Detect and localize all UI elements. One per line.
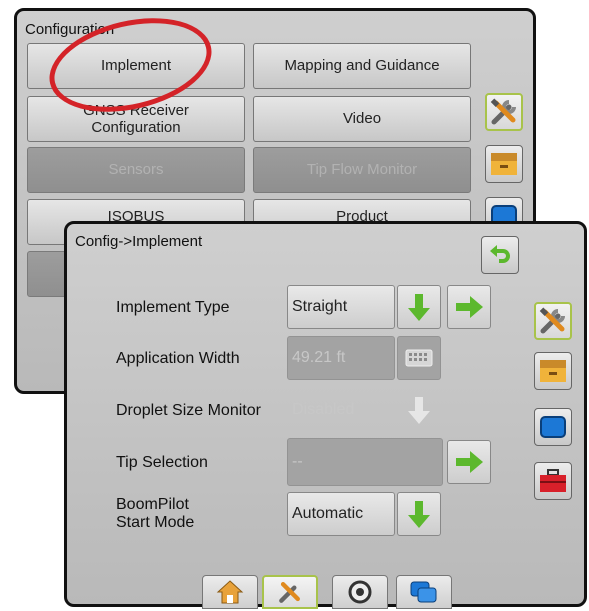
application-width-label: Application Width	[116, 350, 240, 367]
implement-config-screen: Config->Implement Implement Type Straigh…	[64, 221, 587, 607]
tip-flow-monitor-button[interactable]: Tip Flow Monitor	[253, 147, 471, 193]
tools-icon	[539, 307, 565, 334]
side-file-tab[interactable]	[534, 352, 572, 390]
boompilot-start-mode-label: BoomPilot Start Mode	[116, 496, 195, 531]
toolbox-icon	[540, 469, 566, 492]
tip-selection-next[interactable]	[447, 440, 491, 484]
tools-icon	[279, 582, 300, 603]
back-button[interactable]	[481, 236, 519, 274]
down-arrow-icon	[408, 294, 430, 321]
implement-type-dropdown[interactable]	[397, 285, 441, 329]
side-tools-tab[interactable]	[485, 93, 523, 131]
bottom-tab-home[interactable]	[202, 575, 258, 609]
video-button[interactable]: Video	[253, 96, 471, 142]
sensors-button[interactable]: Sensors	[27, 147, 245, 193]
keyboard-icon	[405, 349, 433, 367]
application-width-value[interactable]: 49.21 ft	[287, 336, 395, 380]
right-arrow-icon	[456, 451, 483, 473]
implement-type-value[interactable]: Straight	[287, 285, 395, 329]
bottom-tab-screens[interactable]	[396, 575, 452, 609]
right-arrow-icon	[456, 296, 483, 318]
implement-type-label: Implement Type	[116, 299, 230, 316]
side-tools-tab[interactable]	[534, 302, 572, 340]
breadcrumb: Config->Implement	[75, 233, 203, 250]
mapping-guidance-button[interactable]: Mapping and Guidance	[253, 43, 471, 89]
boompilot-start-mode-dropdown[interactable]	[397, 492, 441, 536]
tip-selection-label: Tip Selection	[116, 454, 208, 471]
tip-selection-value[interactable]: --	[287, 438, 443, 486]
bottom-tab-gauge[interactable]	[332, 575, 388, 609]
file-box-icon	[540, 360, 566, 382]
down-arrow-icon	[408, 397, 430, 424]
undo-arrow-icon	[490, 245, 510, 263]
side-monitor-tab[interactable]	[534, 408, 572, 446]
boompilot-start-mode-value[interactable]: Automatic	[287, 492, 395, 536]
droplet-size-monitor-dropdown[interactable]	[397, 388, 441, 432]
droplet-size-monitor-value[interactable]: Disabled	[287, 388, 395, 432]
side-toolbox-tab[interactable]	[534, 462, 572, 500]
tools-icon	[490, 98, 516, 125]
bottom-tab-tools[interactable]	[262, 575, 318, 609]
application-width-keypad[interactable]	[397, 336, 441, 380]
file-box-icon	[491, 153, 517, 175]
gauge-icon	[348, 580, 372, 604]
side-file-tab[interactable]	[485, 145, 523, 183]
down-arrow-icon	[408, 501, 430, 528]
screens-icon	[410, 581, 437, 603]
implement-type-next[interactable]	[447, 285, 491, 329]
home-icon	[216, 580, 244, 604]
monitor-icon	[540, 416, 566, 438]
droplet-size-monitor-label: Droplet Size Monitor	[116, 402, 261, 419]
